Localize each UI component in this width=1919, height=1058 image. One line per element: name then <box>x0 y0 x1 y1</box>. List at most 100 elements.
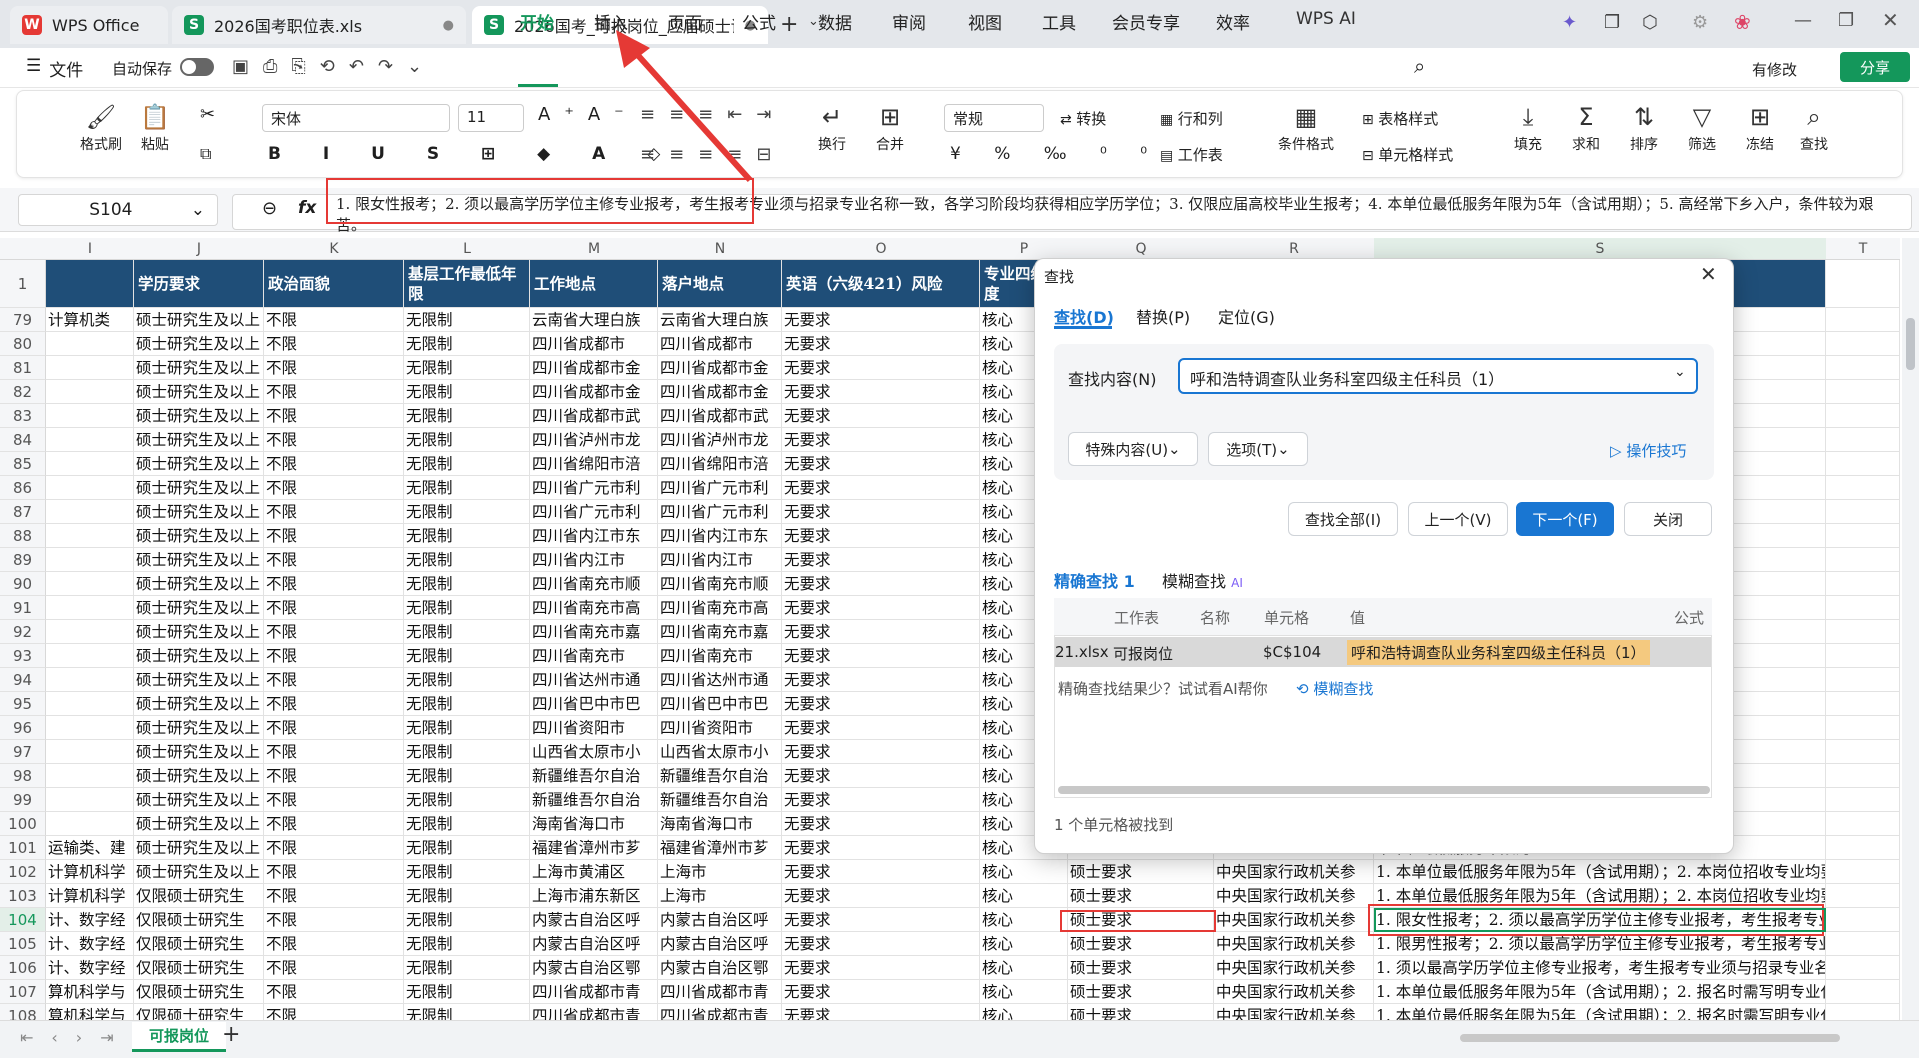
sheet-nav-icons[interactable]: ⇤‹›⇥ <box>20 1028 132 1047</box>
cell-n[interactable]: 海南省海口市 <box>658 812 782 836</box>
cell-t[interactable] <box>1826 404 1900 428</box>
cell-o[interactable]: 无要求 <box>782 332 980 356</box>
cell-m[interactable]: 四川省南充市 <box>530 644 658 668</box>
prev-button[interactable]: 上一个(V) <box>1408 502 1508 536</box>
freeze-button[interactable]: ⊞ 冻结 <box>1746 100 1774 154</box>
close-dot-icon[interactable]: ● <box>443 18 454 33</box>
cell-n[interactable]: 四川省泸州市龙 <box>658 428 782 452</box>
row-number[interactable]: 99 <box>0 788 46 812</box>
row-number[interactable]: 97 <box>0 740 46 764</box>
row-number[interactable]: 95 <box>0 692 46 716</box>
row-number[interactable]: 81 <box>0 356 46 380</box>
find-button[interactable]: ⌕ 查找 <box>1800 100 1828 154</box>
cell-o[interactable]: 无要求 <box>782 596 980 620</box>
cell-t[interactable] <box>1826 764 1900 788</box>
cell-n[interactable]: 四川省成都市金 <box>658 356 782 380</box>
copy-icon[interactable]: ⧉ <box>200 144 211 164</box>
cell-q[interactable]: 硕士要求 <box>1068 980 1214 1004</box>
cell-j[interactable]: 硕士研究生及以上 <box>134 596 264 620</box>
tips-link[interactable]: ▷ 操作技巧 <box>1610 440 1686 461</box>
font-size-select[interactable]: 11 <box>458 104 524 132</box>
cell-m[interactable]: 四川省泸州市龙 <box>530 428 658 452</box>
cell-o[interactable]: 无要求 <box>782 980 980 1004</box>
row-number[interactable]: 88 <box>0 524 46 548</box>
cell-q[interactable]: 硕士要求 <box>1068 956 1214 980</box>
cell-l[interactable]: 无限制 <box>404 788 530 812</box>
cell-j[interactable]: 仅限硕士研究生 <box>134 908 264 932</box>
cell-l[interactable]: 无限制 <box>404 932 530 956</box>
cell-k[interactable]: 不限 <box>264 692 404 716</box>
cell-m[interactable]: 上海市浦东新区 <box>530 884 658 908</box>
chevron-down-icon[interactable]: ⌄ <box>1674 364 1686 380</box>
row-number[interactable]: 93 <box>0 644 46 668</box>
row-number[interactable]: 87 <box>0 500 46 524</box>
find-all-button[interactable]: 查找全部(I) <box>1288 502 1398 536</box>
cell-o[interactable]: 无要求 <box>782 836 980 860</box>
cell-k[interactable]: 不限 <box>264 908 404 932</box>
cell-p[interactable]: 核心 <box>980 980 1068 1004</box>
maximize-icon[interactable]: ❐ <box>1838 10 1854 31</box>
cell-t[interactable] <box>1826 332 1900 356</box>
cell-j[interactable]: 硕士研究生及以上 <box>134 644 264 668</box>
cell-m[interactable]: 四川省广元市利 <box>530 476 658 500</box>
cond-format-button[interactable]: ▦ 条件格式 <box>1278 100 1334 154</box>
cell-o[interactable]: 无要求 <box>782 548 980 572</box>
fuzzy-link[interactable]: ⟲ 模糊查找 <box>1296 678 1373 699</box>
cell-k[interactable]: 不限 <box>264 860 404 884</box>
menu-wps-ai[interactable]: WPS AI <box>1296 9 1356 29</box>
cell-o[interactable]: 无要求 <box>782 644 980 668</box>
window-icon[interactable]: ❐ <box>1604 12 1620 33</box>
cell-k[interactable]: 不限 <box>264 332 404 356</box>
row-number[interactable]: 98 <box>0 764 46 788</box>
number-format-icons[interactable]: ¥ % ‰ ⁰ ⁰ <box>950 144 1161 164</box>
cell-o[interactable]: 无要求 <box>782 692 980 716</box>
col-header[interactable]: Q <box>1068 238 1214 260</box>
sum-button[interactable]: Σ 求和 <box>1572 100 1600 154</box>
ai-icon[interactable]: ✦ <box>1562 12 1577 33</box>
number-format-select[interactable]: 常规 <box>944 104 1044 132</box>
cell-k[interactable]: 不限 <box>264 956 404 980</box>
row-number[interactable]: 101 <box>0 836 46 860</box>
cell-k[interactable]: 不限 <box>264 428 404 452</box>
cell-k[interactable]: 不限 <box>264 308 404 332</box>
cell-m[interactable]: 四川省南充市高 <box>530 596 658 620</box>
cell-o[interactable]: 无要求 <box>782 404 980 428</box>
cell-i[interactable] <box>46 332 134 356</box>
cell-n[interactable]: 四川省成都市 <box>658 332 782 356</box>
cell-i[interactable]: 计、数字经 <box>46 956 134 980</box>
row-number[interactable]: 82 <box>0 380 46 404</box>
cell-o[interactable]: 无要求 <box>782 1004 980 1020</box>
cell-l[interactable]: 无限制 <box>404 380 530 404</box>
wrap-button[interactable]: ↵ 换行 <box>818 100 846 154</box>
cell-m[interactable]: 四川省广元市利 <box>530 500 658 524</box>
cell-s[interactable]: 1. 本单位最低服务年限为5年（含试用期）；2. 报名时需写明专业代 <box>1374 980 1826 1004</box>
row-number[interactable]: 83 <box>0 404 46 428</box>
col-header[interactable]: P <box>980 238 1068 260</box>
cell-m[interactable]: 四川省绵阳市涪 <box>530 452 658 476</box>
cell-l[interactable]: 无限制 <box>404 956 530 980</box>
cell-i[interactable]: 算机科学与 <box>46 980 134 1004</box>
close-button[interactable]: 关闭 <box>1624 502 1712 536</box>
cell-t[interactable] <box>1826 956 1900 980</box>
cell-o[interactable]: 无要求 <box>782 860 980 884</box>
cell-p[interactable]: 核心 <box>980 1004 1068 1020</box>
row-number[interactable]: 100 <box>0 812 46 836</box>
cell-t[interactable] <box>1826 932 1900 956</box>
cell-n[interactable]: 四川省达州市通 <box>658 668 782 692</box>
cell-i[interactable]: 计算机类 <box>46 308 134 332</box>
cell-i[interactable] <box>46 476 134 500</box>
cell-n[interactable]: 上海市 <box>658 884 782 908</box>
cell-i[interactable] <box>46 356 134 380</box>
cell-i[interactable] <box>46 764 134 788</box>
row-number[interactable]: 86 <box>0 476 46 500</box>
cell-p[interactable]: 核心 <box>980 956 1068 980</box>
cell-t[interactable] <box>1826 884 1900 908</box>
cell-l[interactable]: 无限制 <box>404 500 530 524</box>
cell-t[interactable] <box>1826 380 1900 404</box>
name-box[interactable]: S104 ⌄ <box>18 194 218 226</box>
cell-l[interactable]: 无限制 <box>404 404 530 428</box>
cell-p[interactable]: 核心 <box>980 908 1068 932</box>
cell-l[interactable]: 无限制 <box>404 860 530 884</box>
cell-k[interactable]: 不限 <box>264 572 404 596</box>
cell-m[interactable]: 四川省内江市 <box>530 548 658 572</box>
